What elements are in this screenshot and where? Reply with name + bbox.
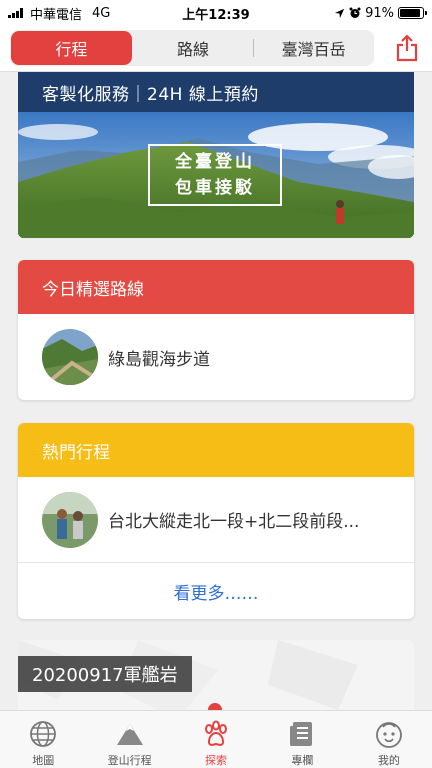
route-thumbnail xyxy=(42,329,98,385)
tab-taiwan-peaks[interactable]: 臺灣百岳 xyxy=(253,30,374,66)
see-more-link[interactable]: 看更多…… xyxy=(18,563,414,619)
tab-explore[interactable]: 探索 xyxy=(173,711,259,768)
status-left: 中華電信 4G xyxy=(8,4,110,23)
battery-fill xyxy=(400,9,421,17)
signal-icon xyxy=(8,8,23,18)
route-name: 綠島觀海步道 xyxy=(108,349,210,370)
share-icon[interactable] xyxy=(394,34,420,62)
featured-route-card: 今日精選路線 綠島觀海步道 xyxy=(18,260,414,400)
promo-banner[interactable]: 客製化服務｜24H 線上預約 全臺登山 包車接駁 xyxy=(18,72,414,238)
tab-label: 專欄 xyxy=(291,754,314,767)
battery-percent: 91% xyxy=(365,5,394,21)
diary-title: 20200917軍艦岩 xyxy=(18,656,192,692)
status-right: 91% xyxy=(334,5,427,21)
banner-line-1: 全臺登山 xyxy=(175,152,255,172)
tab-bar: 地圖 登山行程 探索 專欄 我的 xyxy=(0,710,432,768)
tab-label: 我的 xyxy=(377,754,400,767)
article-icon xyxy=(290,722,313,746)
tab-trips[interactable]: 行程 xyxy=(11,31,132,65)
alarm-icon xyxy=(349,7,361,18)
battery-icon xyxy=(398,7,427,19)
featured-route-header: 今日精選路線 xyxy=(18,260,414,314)
segmented-control: 行程 路線 臺灣百岳 xyxy=(10,30,374,66)
carrier-name: 中華電信 xyxy=(30,7,83,23)
tab-label: 地圖 xyxy=(32,754,55,767)
paw-icon xyxy=(205,720,228,746)
popular-trips-header: 熱門行程 xyxy=(18,423,414,477)
tab-column[interactable]: 專欄 xyxy=(259,711,345,768)
location-icon xyxy=(335,8,345,18)
tab-profile[interactable]: 我的 xyxy=(346,711,432,768)
tab-map[interactable]: 地圖 xyxy=(0,711,86,768)
list-item[interactable]: 綠島觀海步道 xyxy=(18,314,414,400)
globe-icon xyxy=(30,721,57,747)
mountain-icon xyxy=(116,724,143,745)
status-bar: 中華電信 4G 上午12:39 91% xyxy=(0,0,432,26)
tab-hiking-trips[interactable]: 登山行程 xyxy=(86,711,172,768)
list-item[interactable]: 台北大縱走北一段+北二段前段... xyxy=(18,477,414,563)
face-icon xyxy=(375,722,402,748)
network-type: 4G xyxy=(92,5,111,21)
popular-trips-card: 熱門行程 台北大縱走北一段+北二段前段... 看更多…… xyxy=(18,423,414,619)
tab-label: 登山行程 xyxy=(107,754,152,767)
banner-callout: 全臺登山 包車接駁 xyxy=(148,144,282,206)
trip-name: 台北大縱走北一段+北二段前段... xyxy=(108,512,360,532)
banner-title: 客製化服務｜24H 線上預約 xyxy=(18,72,414,112)
tab-label: 探索 xyxy=(205,754,228,767)
top-nav: 行程 路線 臺灣百岳 xyxy=(0,26,432,72)
trip-thumbnail xyxy=(42,491,98,548)
tab-routes[interactable]: 路線 xyxy=(133,30,254,66)
banner-line-2: 包車接駁 xyxy=(175,178,255,198)
